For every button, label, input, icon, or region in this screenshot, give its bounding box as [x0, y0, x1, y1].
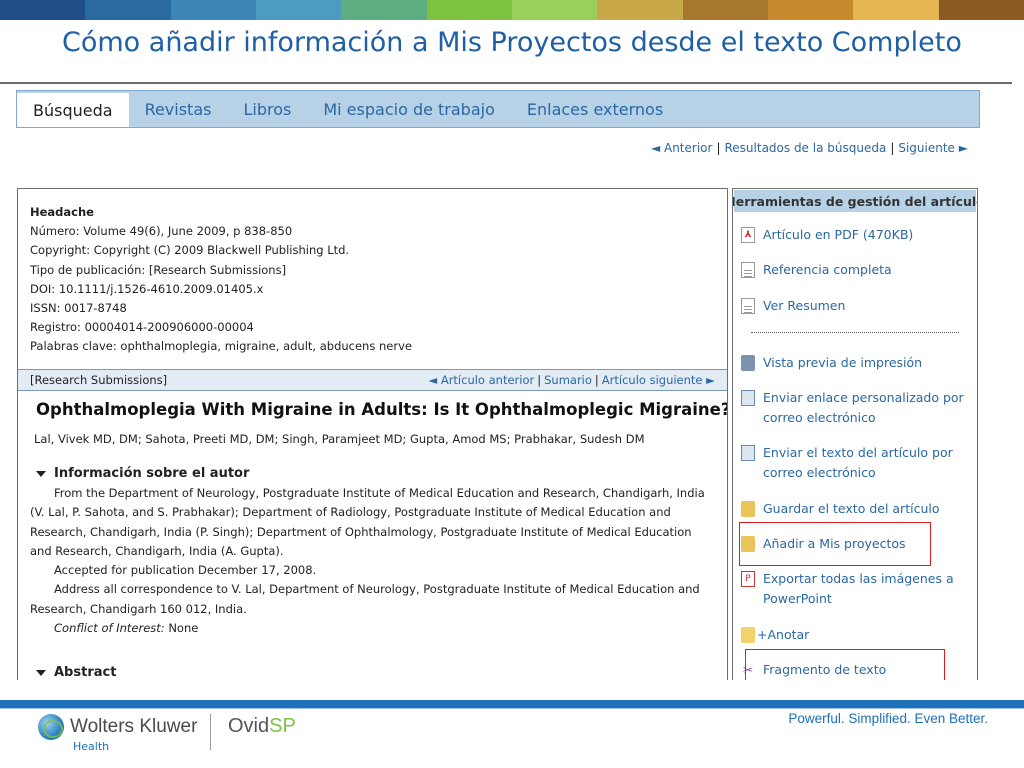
article-panel: Headache Número: Volume 49(6), June 2009… — [17, 188, 728, 680]
product-suffix: SP — [269, 715, 296, 737]
tab-mi-espacio[interactable]: Mi espacio de trabajo — [307, 91, 511, 127]
pdf-icon: ⅄ — [741, 227, 755, 243]
meta-doi: DOI: 10.1111/j.1526-4610.2009.01405.x — [30, 281, 264, 296]
tool-email-link-label2: correo electrónico — [763, 410, 876, 425]
tool-pdf-label: Artículo en PDF — [763, 227, 859, 242]
section-bar: [Research Submissions] ◄ Artículo anteri… — [18, 369, 727, 391]
tool-email-link-label: Enviar enlace personalizado por — [763, 390, 964, 405]
header-decor-strip — [0, 0, 1024, 20]
tab-enlaces-externos[interactable]: Enlaces externos — [511, 91, 679, 127]
tool-view-abstract[interactable]: Ver Resumen — [741, 296, 845, 316]
pager-separator: | — [890, 141, 895, 155]
conflict-label: Conflict of Interest: — [54, 621, 165, 636]
prev-article-link[interactable]: ◄ Artículo anterior — [428, 373, 534, 387]
ovidsp-logo: OvidSP — [228, 715, 296, 738]
logo-separator — [210, 714, 211, 750]
highlight-text-fragment — [745, 649, 945, 680]
tool-email-text[interactable]: Enviar el texto del artículo por correo e… — [741, 443, 953, 483]
meta-record: Registro: 00004014-200906000-00004 — [30, 320, 254, 335]
collapse-triangle-icon — [36, 669, 46, 676]
tab-libros[interactable]: Libros — [227, 91, 307, 127]
tool-full-reference-label: Referencia completa — [763, 262, 892, 277]
annotate-icon — [741, 627, 755, 643]
article-nav-separator: | — [537, 373, 542, 387]
meta-issue: Número: Volume 49(6), June 2009, p 838-8… — [30, 224, 293, 239]
results-pager: ◄ Anterior | Resultados de la búsqueda | Sig… — [651, 141, 968, 155]
tool-email-text-label2: correo electrónico — [763, 465, 876, 480]
article-nav: ◄ Artículo anterior | Sumario | Artículo sig… — [428, 373, 715, 387]
section-label: [Research Submissions] — [30, 373, 168, 387]
next-article-link[interactable]: Artículo siguiente ► — [602, 373, 715, 387]
tool-pdf[interactable]: ⅄ Artículo en PDF (470KB) — [741, 225, 913, 245]
article-tools-panel: Herramientas de gestión del artículo ⅄ A… — [732, 188, 978, 680]
tool-email-text-label: Enviar el texto del artículo por — [763, 445, 953, 460]
tool-annotate[interactable]: +Anotar — [741, 625, 809, 645]
tool-full-reference[interactable]: Referencia completa — [741, 260, 892, 280]
conflict-of-interest: Conflict of Interest: None — [30, 619, 710, 638]
correspondence-text: Address all correspondence to V. Lal, De… — [30, 582, 700, 616]
tab-revistas[interactable]: Revistas — [129, 91, 228, 127]
tool-export-powerpoint-label: Exportar todas las imágenes a — [763, 571, 954, 586]
author-info-heading: Información sobre el autor — [54, 466, 250, 481]
printer-icon — [741, 355, 755, 371]
pager-results-link[interactable]: Resultados de la búsqueda — [724, 141, 886, 155]
wolters-kluwer-logo: Wolters Kluwer — [38, 714, 197, 740]
pager-prev-link[interactable]: ◄ Anterior — [651, 141, 713, 155]
journal-name: Headache — [30, 205, 94, 219]
pager-next-link[interactable]: Siguiente ► — [898, 141, 968, 155]
tool-print-preview[interactable]: Vista previa de impresión — [741, 353, 922, 373]
article-metadata: Headache Número: Volume 49(6), June 2009… — [18, 189, 727, 357]
meta-copyright: Copyright: Copyright (C) 2009 Blackwell … — [30, 243, 350, 258]
pdf-size: (470KB) — [862, 227, 914, 242]
brand-sub: Health — [73, 740, 110, 753]
brand-name: Wolters Kluwer — [70, 716, 198, 737]
email-icon — [741, 445, 755, 461]
tool-export-powerpoint-label2: PowerPoint — [763, 591, 832, 606]
save-icon — [741, 501, 755, 517]
title-divider — [0, 82, 1012, 84]
tool-print-preview-label: Vista previa de impresión — [763, 355, 923, 370]
highlight-add-to-projects — [739, 522, 931, 566]
affiliation-text: From the Department of Neurology, Postgr… — [30, 486, 705, 558]
tagline: Powerful. Simplified. Even Better. — [788, 711, 988, 726]
globe-logo-icon — [38, 714, 64, 740]
footer-line — [0, 708, 1024, 709]
tool-save-text-label: Guardar el texto del artículo — [763, 501, 940, 516]
accepted-date: Accepted for publication December 17, 20… — [54, 563, 317, 578]
tool-annotate-label: +Anotar — [757, 627, 810, 642]
author-info-toggle[interactable]: Información sobre el autor — [36, 466, 249, 481]
meta-keywords: Palabras clave: ophthalmoplegia, migrain… — [30, 339, 412, 354]
footer-bar — [0, 700, 1024, 708]
tool-export-powerpoint[interactable]: P Exportar todas las imágenes a PowerPoin… — [741, 569, 954, 609]
summary-link[interactable]: Sumario — [544, 373, 592, 387]
abstract-toggle[interactable]: Abstract — [36, 665, 116, 680]
powerpoint-icon: P — [741, 571, 755, 587]
abstract-heading: Abstract — [54, 665, 117, 680]
document-icon — [741, 262, 755, 278]
pager-separator: | — [716, 141, 721, 155]
conflict-value: None — [168, 621, 199, 636]
tab-busqueda[interactable]: Búsqueda — [17, 93, 129, 127]
email-link-icon — [741, 390, 755, 406]
tool-save-text[interactable]: Guardar el texto del artículo — [741, 499, 939, 519]
article-authors: Lal, Vivek MD, DM; Sahota, Preeti MD, DM… — [34, 432, 645, 446]
main-nav: Búsqueda Revistas Libros Mi espacio de t… — [16, 90, 980, 128]
meta-issn: ISSN: 0017-8748 — [30, 301, 127, 316]
tools-heading: Herramientas de gestión del artículo — [733, 190, 977, 212]
meta-pub-type: Tipo de publicación: [Research Submissio… — [30, 262, 287, 277]
article-nav-separator: | — [594, 373, 599, 387]
tool-view-abstract-label: Ver Resumen — [763, 298, 846, 313]
document-icon — [741, 298, 755, 314]
collapse-triangle-icon — [36, 470, 46, 477]
article-title: Ophthalmoplegia With Migraine in Adults:… — [36, 400, 728, 419]
product-name: Ovid — [228, 715, 270, 737]
slide-title: Cómo añadir información a Mis Proyectos … — [62, 27, 962, 58]
tools-divider — [751, 332, 959, 333]
tool-email-link[interactable]: Enviar enlace personalizado por correo el… — [741, 388, 964, 428]
author-affiliations: From the Department of Neurology, Postgr… — [30, 484, 710, 638]
